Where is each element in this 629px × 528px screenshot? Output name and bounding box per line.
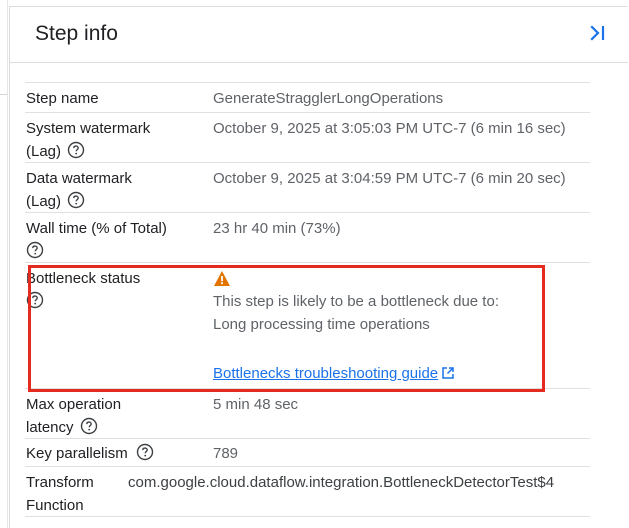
step-name-label: Step name	[26, 90, 99, 107]
table-row-key-parallelism: Key parallelism 789	[25, 439, 590, 467]
collapse-panel-button[interactable]	[585, 20, 611, 46]
bottleneck-status-label: Bottleneck status	[26, 267, 201, 313]
data-watermark-label-line1: Data watermark	[26, 170, 132, 187]
step-name-value: GenerateStragglerLongOperations	[213, 90, 444, 107]
max-operation-latency-label-line2: latency	[26, 419, 74, 436]
table-row-transform-function: Transform Function com.google.cloud.data…	[25, 467, 590, 517]
data-watermark-label: Data watermark (Lag)	[26, 167, 201, 213]
bottleneck-status-label-text: Bottleneck status	[26, 270, 141, 287]
table-row-max-operation-latency: Max operation latency 5 min 48 sec	[25, 389, 590, 439]
key-parallelism-label-text: Key parallelism	[26, 445, 128, 462]
max-operation-latency-value: 5 min 48 sec	[213, 396, 299, 413]
help-icon[interactable]	[67, 141, 85, 159]
step-info-table: Step name GenerateStragglerLongOperation…	[25, 82, 590, 517]
wall-time-value: 23 hr 40 min (73%)	[213, 220, 341, 237]
data-watermark-value: October 9, 2025 at 3:04:59 PM UTC-7 (6 m…	[213, 170, 566, 187]
page: Step info Step name GenerateStragglerLon…	[0, 0, 629, 528]
collapse-panel-icon	[590, 25, 605, 41]
bottlenecks-guide-link-text: Bottlenecks troubleshooting guide	[213, 365, 439, 382]
bottlenecks-guide-link[interactable]: Bottlenecks troubleshooting guide	[213, 362, 455, 385]
bottleneck-reason-line1: This step is likely to be a bottleneck d…	[213, 293, 499, 310]
table-row-step-name: Step name GenerateStragglerLongOperation…	[25, 83, 590, 113]
wall-time-label: Wall time (% of Total)	[26, 217, 201, 263]
table-row-system-watermark: System watermark (Lag) October 9, 2025 a…	[25, 113, 590, 163]
panel-title: Step info	[35, 22, 118, 45]
table-row-bottleneck-status: Bottleneck status This step is likely to…	[25, 263, 590, 389]
table-row-data-watermark: Data watermark (Lag) October 9, 2025 at …	[25, 163, 590, 213]
help-icon[interactable]	[26, 241, 44, 259]
external-link-icon	[442, 367, 454, 379]
system-watermark-value: October 9, 2025 at 3:05:03 PM UTC-7 (6 m…	[213, 120, 566, 137]
help-icon[interactable]	[67, 191, 85, 209]
system-watermark-label-line2: (Lag)	[26, 143, 62, 160]
warning-icon	[214, 271, 230, 286]
max-operation-latency-label-line1: Max operation	[26, 396, 122, 413]
help-icon[interactable]	[80, 417, 98, 435]
table-row-wall-time: Wall time (% of Total) 23 hr 40 min (73%…	[25, 213, 590, 263]
help-icon[interactable]	[26, 291, 44, 309]
bottleneck-reason-line2: Long processing time operations	[213, 316, 430, 333]
transform-function-label-line2: Function	[26, 497, 84, 514]
panel-header: Step info	[10, 7, 628, 63]
data-watermark-label-line2: (Lag)	[26, 193, 62, 210]
system-watermark-label: System watermark (Lag)	[26, 117, 201, 163]
system-watermark-label-line1: System watermark	[26, 120, 151, 137]
transform-function-value: com.google.cloud.dataflow.integration.Bo…	[128, 474, 555, 491]
max-operation-latency-label: Max operation latency	[26, 393, 201, 439]
key-parallelism-value: 789	[213, 445, 239, 462]
help-icon[interactable]	[136, 443, 154, 461]
transform-function-label-line1: Transform	[26, 474, 94, 491]
key-parallelism-label: Key parallelism	[26, 442, 201, 465]
wall-time-label-text: Wall time (% of Total)	[26, 220, 167, 237]
